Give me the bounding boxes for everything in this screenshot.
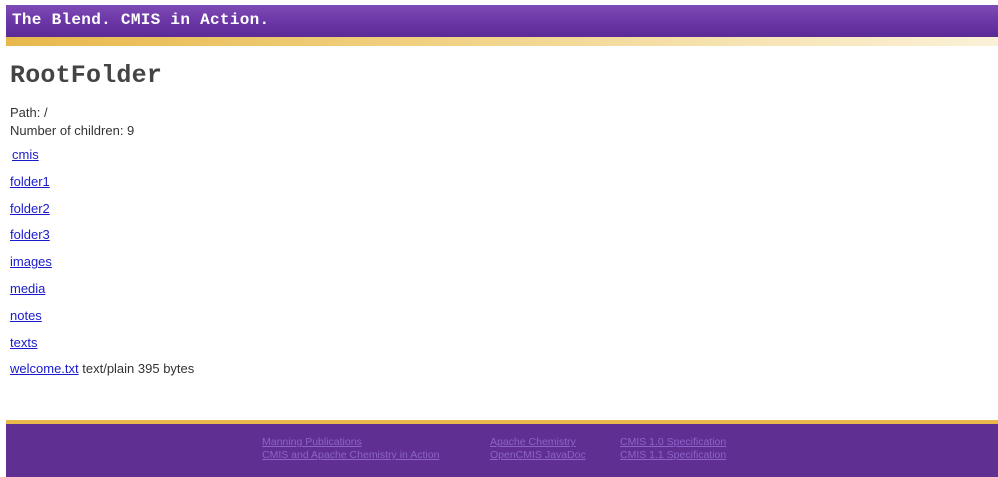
list-item: folder1: [10, 169, 970, 196]
site-title: The Blend. CMIS in Action.: [12, 11, 270, 29]
children-list: cmis folder1 folder2 folder3 images medi…: [10, 142, 970, 383]
footer-link-opencmis-javadoc[interactable]: OpenCMIS JavaDoc: [490, 449, 586, 462]
footer-link-manning-publications[interactable]: Manning Publications: [262, 436, 439, 449]
header-accent-stripe: [6, 37, 998, 46]
list-item: folder3: [10, 222, 970, 249]
document-info: text/plain 395 bytes: [78, 361, 195, 377]
child-link-cmis[interactable]: cmis: [12, 147, 39, 162]
child-link-images[interactable]: images: [10, 254, 52, 269]
child-link-folder1[interactable]: folder1: [10, 174, 50, 189]
footer-link-cmis-1-1-spec[interactable]: CMIS 1.1 Specification: [620, 449, 726, 462]
list-item: folder2: [10, 196, 970, 223]
child-link-notes[interactable]: notes: [10, 308, 42, 323]
footer-column-specs: CMIS 1.0 Specification CMIS 1.1 Specific…: [620, 436, 726, 462]
child-link-media[interactable]: media: [10, 281, 45, 296]
top-frame: The Blend. CMIS in Action.: [0, 0, 998, 50]
footer: Manning Publications CMIS and Apache Che…: [6, 424, 998, 477]
children-count: Number of children: 9: [10, 123, 135, 138]
child-link-folder3[interactable]: folder3: [10, 227, 50, 242]
child-link-welcome-txt[interactable]: welcome.txt: [10, 361, 79, 376]
footer-link-cmis-in-action-book[interactable]: CMIS and Apache Chemistry in Action: [262, 449, 439, 462]
list-item: texts: [10, 330, 970, 357]
list-item: welcome.txt text/plain 395 bytes: [10, 356, 970, 383]
footer-column-manning: Manning Publications CMIS and Apache Che…: [262, 436, 439, 462]
footer-link-apache-chemistry[interactable]: Apache Chemistry: [490, 436, 586, 449]
child-link-texts[interactable]: texts: [10, 335, 37, 350]
footer-link-cmis-1-0-spec[interactable]: CMIS 1.0 Specification: [620, 436, 726, 449]
list-item: notes: [10, 303, 970, 330]
list-item: images: [10, 249, 970, 276]
list-item: cmis: [10, 142, 970, 169]
list-item: media: [10, 276, 970, 303]
footer-column-chemistry: Apache Chemistry OpenCMIS JavaDoc: [490, 436, 586, 462]
child-link-folder2[interactable]: folder2: [10, 201, 50, 216]
main-content: RootFolder Path: / Number of children: 9…: [10, 58, 970, 383]
page-title: RootFolder: [10, 61, 163, 90]
folder-path: Path: /: [10, 105, 48, 120]
header-bar: The Blend. CMIS in Action.: [6, 5, 998, 37]
